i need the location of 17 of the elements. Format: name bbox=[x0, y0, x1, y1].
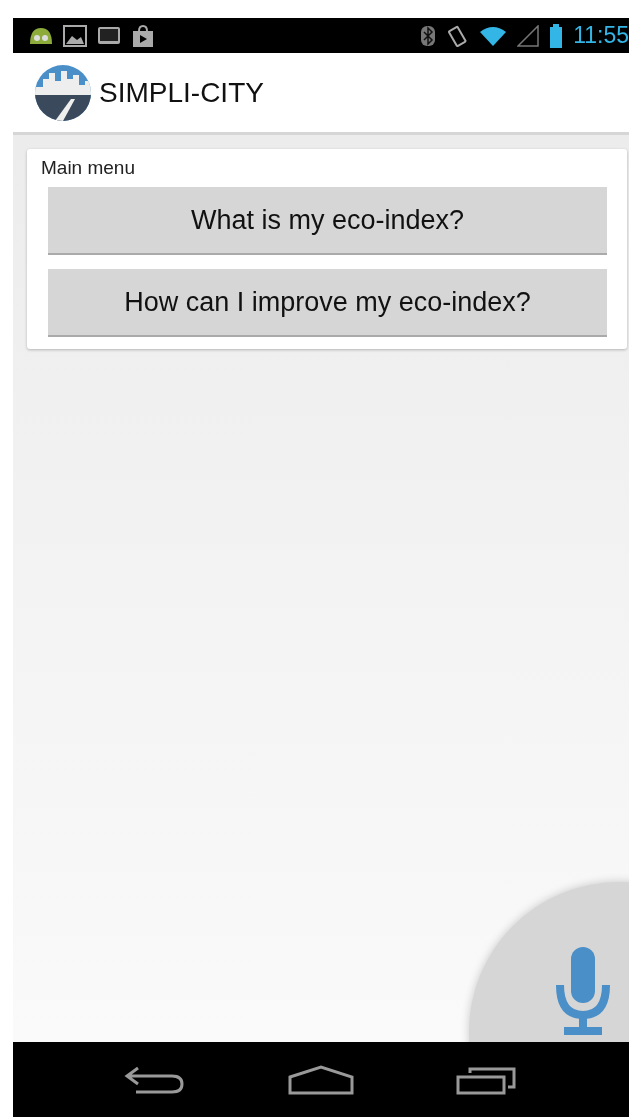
app-title: SIMPLI-CITY bbox=[99, 76, 264, 109]
card-title: Main menu bbox=[41, 157, 136, 179]
menu-button[interactable]: How can I improve my eco-index? bbox=[48, 269, 607, 337]
home-icon[interactable] bbox=[288, 1064, 354, 1095]
back-icon[interactable] bbox=[124, 1064, 186, 1095]
signal-icon bbox=[517, 24, 540, 47]
battery-icon bbox=[549, 23, 564, 48]
menu-button[interactable]: What is my eco-index? bbox=[48, 187, 607, 255]
microphone-icon bbox=[556, 947, 610, 1035]
shopping-bag-icon bbox=[131, 24, 155, 47]
city-logo-icon bbox=[35, 64, 91, 121]
android-icon bbox=[29, 27, 53, 44]
image-icon bbox=[63, 24, 87, 47]
terminal-icon bbox=[97, 24, 121, 47]
wifi-icon bbox=[479, 24, 508, 47]
clock-time: 11:55 bbox=[573, 22, 629, 49]
bluetooth-icon bbox=[421, 24, 436, 47]
